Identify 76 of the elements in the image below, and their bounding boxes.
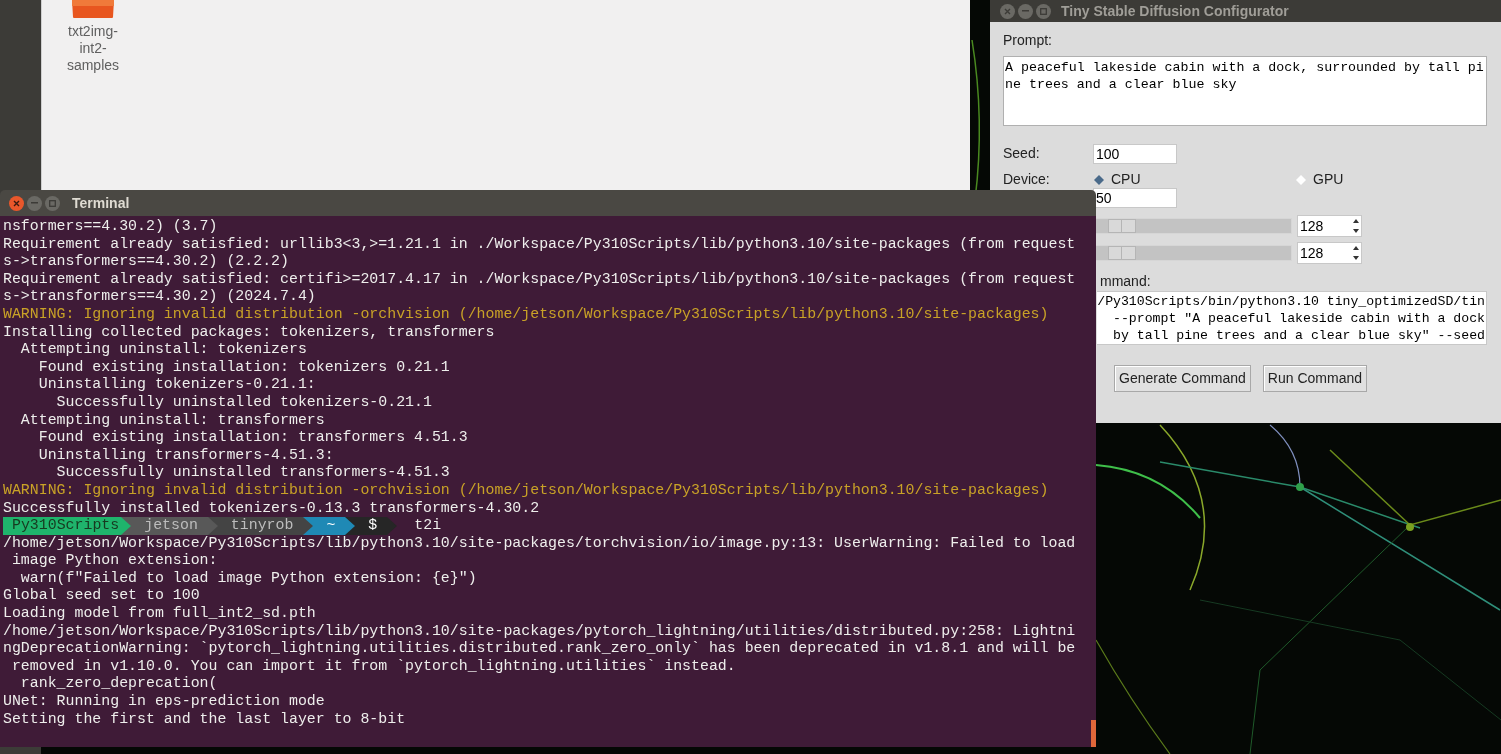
warning-line: WARNING: Ignoring invalid distribution -orchvision (/home/jetson/Workspace/Py310Scripts/lib/python3.10/site-packages) [3,305,1049,324]
folder-icon[interactable] [70,0,116,18]
slider-thumb[interactable] [1107,246,1136,260]
terminal-line: Requirement already satisfied: certifi>=2017.4.17 in ./Workspace/Py310Scripts/lib/python3.10/site-packages (from request [3,270,1076,289]
terminal-line: ngDeprecationWarning: `pytorch_lightning.utilities.distributed.rank_zero_only` has been deprecated in v1.8.1 and will be [3,640,1076,658]
terminal-line: Attempting uninstall: transformers [19,411,325,430]
terminal-line: Successfully uninstalled tokenizers-0.21.1 [55,393,432,412]
radio-button[interactable]: CPU [1093,169,1141,190]
prompt-segment: ~ [313,517,356,535]
terminal-line: Uninstalling transformers-4.51.3: [37,446,334,465]
folder-label[interactable]: txt2img-int2-samples [61,23,125,74]
close-icon [1004,7,1011,15]
spin-value: 128 [1299,243,1325,263]
radio-indicator-icon[interactable] [1093,173,1105,186]
terminal-line: /home/jetson/Workspace/Py310Scripts/lib/python3.10/site-packages/pytorch_lightning/utilities/distributed.py:258: Lightni [3,622,1076,641]
prompt-text-area[interactable]: A peaceful lakeside cabin with a dock, surrounded by tall pine trees and a clear blue sky [1003,56,1487,126]
action-button[interactable]: Generate Command [1114,365,1251,392]
command-line: /Py310Scripts/bin/python3.10 tiny_optimizedSD/tin [1097,293,1485,310]
command-label: mmand: [1100,273,1151,290]
maximize-button[interactable] [45,195,60,211]
terminal-line: Successfully uninstalled transformers-4.51.3 [55,464,450,482]
terminal-line: Setting the first and the last layer to 8-bit [3,710,406,729]
terminal-line: image Python extension: [10,552,218,570]
minimize-button[interactable] [27,195,42,211]
action-button[interactable]: Run Command [1262,365,1367,392]
spin-box[interactable]: 128 [1297,215,1362,237]
command-line: --prompt "A peaceful lakeside cabin with a dock [1113,310,1485,327]
seed-label: Seed: [1003,144,1041,163]
window-title: Tiny Stable Diffusion Configurator [1061,1,1289,21]
prompt-segment: jetson [131,517,218,535]
terminal-line: Global seed set to 100 [3,587,200,606]
command-line: by tall pine trees and a clear blue sky" --seed [1113,327,1485,344]
maximize-icon [49,199,56,207]
spin-arrows-icon[interactable] [1351,217,1361,235]
command-text-area[interactable]: /Py310Scripts/bin/python3.10 tiny_optimizedSD/tin --prompt "A peaceful lakeside cabin with a dock by tall pine trees and a clear blue sky" --seed [1097,291,1487,345]
spin-box[interactable]: 128 [1297,242,1362,264]
terminal-line: Attempting uninstall: tokenizers [19,341,307,359]
window-title: Terminal [72,193,130,213]
terminal-line: UNet: Running in eps-prediction mode [3,693,325,711]
prompt-segment: Py310Scripts [3,517,132,535]
terminal-line: Requirement already satisfied: urllib3<3,>=1.21.1 in ./Workspace/Py310Scripts/lib/python3.10/site-packages (from request [3,235,1076,254]
steps-field[interactable]: 50 [1093,188,1177,208]
slider-thumb[interactable] [1107,219,1136,233]
terminal-line: Loading model from full_int2_sd.pth [3,605,316,623]
minimize-icon [1022,10,1029,12]
close-button[interactable] [9,195,24,211]
spin-arrows-icon[interactable] [1351,244,1361,262]
minimize-icon [31,202,38,204]
terminal-line: s->transformers==4.30.2) (2.2.2) [3,253,289,271]
terminal-line: Uninstalling tokenizers-0.21.1: [37,376,316,394]
terminal-line: nsformers==4.30.2) (3.7) [3,218,218,236]
terminal-line: rank_zero_deprecation( [19,675,218,694]
terminal-line: Found existing installation: transformers 4.51.3 [37,429,468,447]
maximize-button[interactable] [1036,3,1051,19]
terminal-line: removed in v1.10.0. You can import it from `pytorch_lightning.utilities` instead. [10,657,736,676]
device-label: Device: [1003,170,1051,189]
prompt-segment: tinyrob [217,517,314,535]
terminal-line: /home/jetson/Workspace/Py310Scripts/lib/python3.10/site-packages/torchvision/io/image.py:13: UserWarning: Failed to load [3,534,1076,553]
close-icon [13,199,20,207]
terminal-command: t2i [413,517,442,535]
minimize-button[interactable] [1018,3,1033,19]
spin-value: 128 [1299,216,1325,236]
prompt-label: Prompt: [1003,32,1053,49]
seed-field[interactable]: 100 [1093,143,1177,164]
radio-button[interactable]: GPU [1295,169,1344,190]
terminal-line: warn(f"Failed to load image Python extension: {e}") [19,569,477,588]
close-button[interactable] [1000,3,1015,19]
radio-indicator-icon[interactable] [1295,173,1307,186]
prompt-segment: $ [355,517,398,535]
terminal-line: s->transformers==4.30.2) (2024.7.4) [3,288,316,306]
terminal-line: Installing collected packages: tokenizers, transformers [3,323,495,342]
terminal-line: Successfully installed tokenizers-0.13.3 transformers-4.30.2 [3,499,540,518]
terminal-line: Found existing installation: tokenizers 0.21.1 [37,358,450,377]
scroll-thumb[interactable] [1091,720,1096,747]
maximize-icon [1040,7,1047,15]
warning-line: WARNING: Ignoring invalid distribution -orchvision (/home/jetson/Workspace/Py310Scripts/lib/python3.10/site-packages) [3,481,1049,500]
